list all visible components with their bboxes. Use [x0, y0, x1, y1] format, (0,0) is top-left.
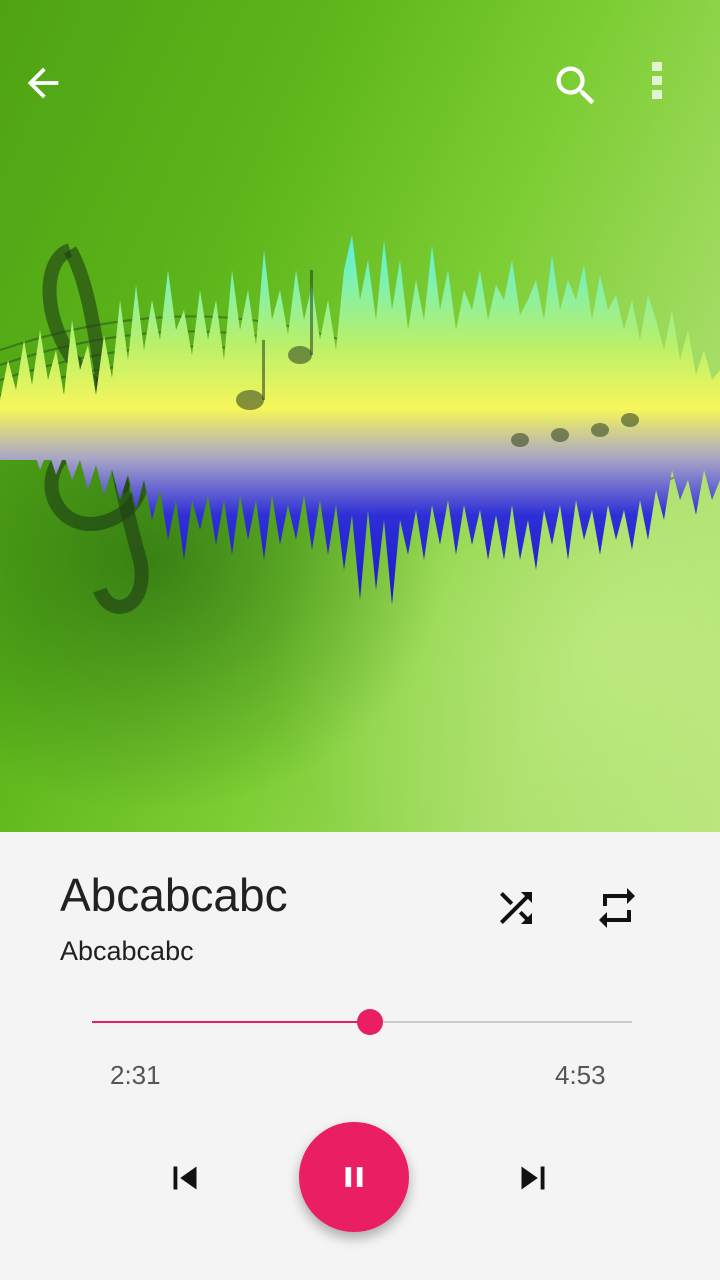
- pause-icon: [345, 1167, 363, 1187]
- search-button[interactable]: [550, 60, 630, 140]
- shuffle-button[interactable]: [484, 876, 548, 940]
- search-icon: [556, 66, 595, 105]
- elapsed-time: 2:31: [110, 1060, 161, 1090]
- seek-bar-thumb[interactable]: [357, 1009, 384, 1035]
- total-duration: 4:53: [555, 1060, 606, 1090]
- pause-button[interactable]: [299, 1122, 409, 1232]
- song-artist: Abcabcabc: [60, 936, 194, 966]
- song-title: Abcabcabc: [60, 869, 288, 921]
- next-button[interactable]: [498, 1146, 568, 1210]
- repeat-icon: [599, 888, 635, 928]
- overflow-menu-button[interactable]: [650, 60, 700, 140]
- album-artwork: [0, 0, 720, 832]
- repeat-button[interactable]: [585, 876, 649, 940]
- seek-bar-progress: [92, 1021, 371, 1023]
- skip-previous-icon: [173, 1166, 197, 1190]
- more-vert-icon: [652, 62, 662, 99]
- previous-button[interactable]: [150, 1146, 220, 1210]
- seek-bar[interactable]: [92, 1009, 632, 1035]
- shuffle-icon: [500, 892, 532, 924]
- back-button[interactable]: [20, 60, 100, 140]
- player-panel: Abcabcabc Abcabcabc 2:31 4:53: [0, 832, 720, 1280]
- skip-next-icon: [521, 1166, 545, 1190]
- arrow-back-icon: [27, 67, 59, 99]
